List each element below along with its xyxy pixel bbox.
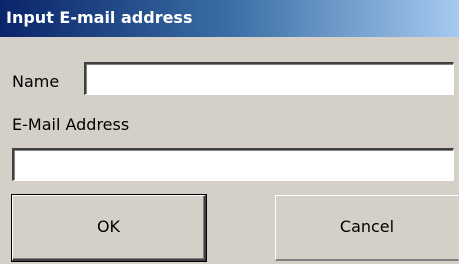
email-label: E-Mail Address: [12, 115, 130, 134]
cancel-button[interactable]: Cancel: [275, 195, 459, 261]
name-field[interactable]: [84, 62, 454, 95]
email-input-dialog: Input E-mail address Name E-Mail Address…: [0, 0, 459, 264]
ok-button[interactable]: OK: [12, 195, 206, 261]
email-field[interactable]: [12, 148, 454, 181]
name-label: Name: [12, 72, 60, 91]
title-bar[interactable]: Input E-mail address: [0, 0, 459, 37]
window-title: Input E-mail address: [6, 8, 193, 27]
